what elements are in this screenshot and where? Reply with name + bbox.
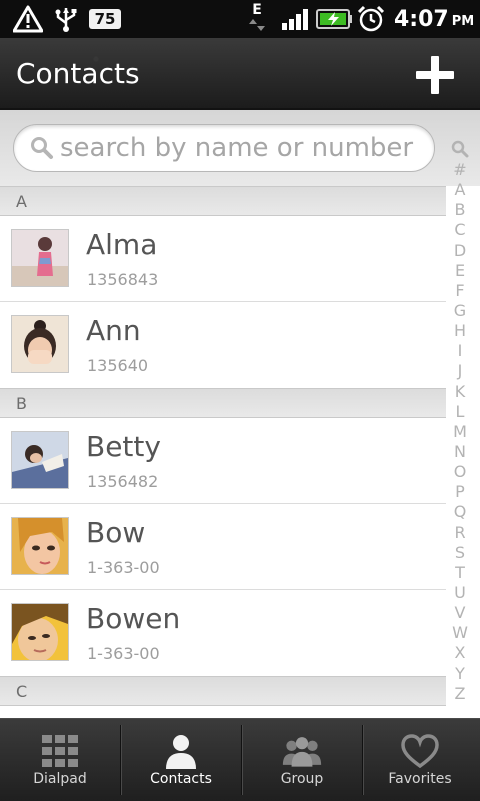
index-letter[interactable]: O [449,462,471,482]
index-letter[interactable]: Z [449,684,471,704]
alarm-clock-icon [356,0,386,38]
title-bar: Contacts [0,38,480,110]
avatar [11,229,69,287]
network-type-indicator: E [248,3,266,35]
heart-icon [400,731,440,771]
section-header-a: A [0,186,446,216]
avatar [11,431,69,489]
avatar [11,517,69,575]
index-letter[interactable]: A [449,180,471,200]
add-contact-button[interactable] [412,52,458,98]
index-letter[interactable]: # [449,160,471,180]
index-letter[interactable]: W [449,623,471,643]
plus-icon [416,56,454,94]
tab-label: Favorites [388,771,452,787]
search-icon [31,137,53,159]
clock-time: 4:07 [394,6,449,32]
index-letter[interactable]: S [449,543,471,563]
contact-number: 135640 [87,356,149,375]
status-bar: 75 E 4:07 PM [0,0,480,38]
contact-name: Alma [86,228,158,261]
index-letter[interactable]: V [449,603,471,623]
search-area: search by name or number [0,110,480,186]
tab-group[interactable]: Group [242,719,362,801]
contact-name: Bow [86,516,146,549]
index-letter[interactable]: R [449,523,471,543]
index-letter[interactable]: B [449,200,471,220]
contact-number: 1356482 [87,472,159,491]
contact-name: Ann [86,314,141,347]
alphabet-index[interactable]: # A B C D E F G H I J K L M N O P Q R S … [449,138,471,708]
contact-number: 1-363-00 [87,558,160,577]
contact-list[interactable]: A Alma 1356843 Ann 135640 B Betty 135648… [0,186,446,718]
section-header-c: C [0,676,446,706]
index-letter[interactable]: Q [449,502,471,522]
tab-label: Contacts [150,771,212,787]
search-placeholder: search by name or number [60,133,414,163]
network-type-label: E [252,2,262,18]
data-arrows-icon [249,19,265,31]
tab-dialpad[interactable]: Dialpad [0,719,120,801]
contact-number: 1-363-00 [87,644,160,663]
index-letter[interactable]: N [449,442,471,462]
index-letter[interactable]: I [449,341,471,361]
signal-strength-icon [280,0,310,38]
index-letter[interactable]: M [449,422,471,442]
dialpad-icon [40,731,80,771]
index-letter[interactable]: U [449,583,471,603]
index-letter[interactable]: T [449,563,471,583]
index-letter[interactable]: P [449,482,471,502]
contact-name: Bowen [86,602,181,635]
index-letter[interactable]: F [449,281,471,301]
battery-level-badge: 75 [89,9,121,29]
group-icon [282,731,322,771]
contact-row[interactable]: Bow 1-363-00 [0,504,446,590]
search-input[interactable]: search by name or number [13,124,435,172]
person-icon [161,731,201,771]
index-letter[interactable]: E [449,261,471,281]
index-letter[interactable]: D [449,241,471,261]
tab-favorites[interactable]: Favorites [360,719,480,801]
usb-icon [52,0,80,38]
index-letter[interactable]: X [449,643,471,663]
clock-ampm: PM [451,14,475,29]
section-header-b: B [0,388,446,418]
index-letter[interactable]: Y [449,664,471,684]
index-letter[interactable]: L [449,402,471,422]
contact-number: 1356843 [87,270,159,289]
tab-label: Dialpad [33,771,87,787]
tab-label: Group [280,771,324,787]
contact-row[interactable]: Betty 1356482 [0,418,446,504]
contact-row[interactable]: Ann 135640 [0,302,446,388]
contact-name: Betty [86,430,161,463]
contact-row[interactable]: Bowen 1-363-00 [0,590,446,676]
index-letter[interactable]: J [449,361,471,381]
bottom-tab-bar: Dialpad Contacts Group Favorites [0,718,480,801]
avatar [11,315,69,373]
index-letter[interactable]: H [449,321,471,341]
index-letter[interactable]: C [449,220,471,240]
tab-contacts[interactable]: Contacts [121,719,241,801]
status-time: 4:07 PM [394,0,474,38]
warning-icon [12,0,44,38]
contact-row[interactable]: Alma 1356843 [0,216,446,302]
avatar [11,603,69,661]
page-title: Contacts [16,56,140,90]
index-letter[interactable]: G [449,301,471,321]
index-letter[interactable]: K [449,382,471,402]
battery-charging-icon [315,0,353,38]
index-search-icon[interactable] [449,138,471,160]
